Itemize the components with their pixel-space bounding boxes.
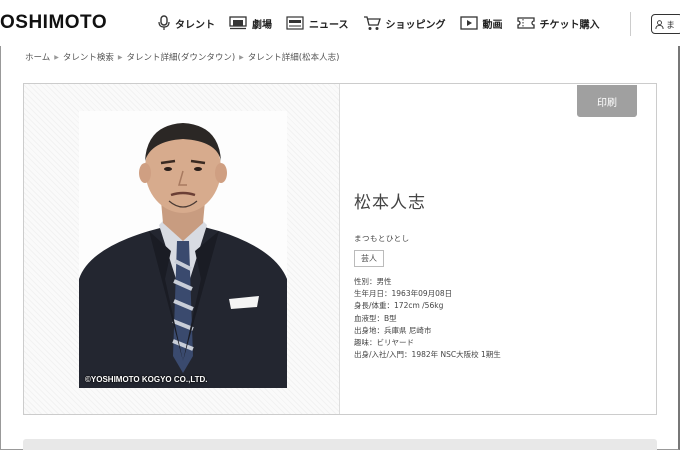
detail-birthday: 生年月日：1963年09月08日 — [354, 289, 453, 299]
news-icon — [286, 16, 304, 30]
nav-video-label: 動画 — [482, 19, 503, 31]
nav-video[interactable]: 動画 — [459, 12, 503, 34]
nav-theater-label: 劇場 — [252, 19, 272, 31]
print-button[interactable]: 印刷 — [577, 85, 637, 117]
next-section-bar — [23, 439, 657, 450]
profile-photo: ©YOSHIMOTO KOGYO CO.,LTD. — [79, 111, 287, 388]
nav-divider — [630, 12, 631, 36]
chevron-right-icon: ▶ — [117, 53, 123, 61]
nav-talent[interactable]: タレント — [158, 12, 215, 34]
chevron-right-icon: ▶ — [239, 53, 244, 61]
nav-shopping-label: ショッピング — [385, 19, 446, 31]
nav-talent-label: タレント — [175, 19, 215, 31]
talent-name: 松本人志 — [354, 193, 426, 213]
nav-ticket[interactable]: チケット購入 — [516, 12, 600, 34]
breadcrumb: ホーム ▶ タレント検索 ▶ タレント詳細(ダウンタウン) ▶ タレント詳細(松… — [25, 51, 339, 63]
profile-info: 松本人志 まつもとひとし 芸人 性別：男性 生年月日：1963年09月08日 身… — [354, 188, 501, 361]
user-icon — [655, 19, 664, 29]
detail-height-weight: 身長/体重：172cm /56kg — [354, 301, 444, 311]
nav-theater[interactable]: 劇場 — [229, 12, 272, 34]
chevron-right-icon: ▶ — [54, 53, 59, 61]
breadcrumb-home[interactable]: ホーム — [25, 51, 50, 63]
detail-hobby: 趣味：ビリヤード — [354, 338, 414, 348]
photo-copyright: ©YOSHIMOTO KOGYO CO.,LTD. — [85, 375, 208, 384]
talent-name-kana: まつもとひとし — [354, 234, 410, 243]
detail-birthplace: 出身地：兵庫県 尼崎市 — [354, 325, 432, 335]
user-button-label: ま — [666, 20, 676, 31]
breadcrumb-current: タレント詳細(松本人志) — [247, 53, 340, 63]
microphone-icon — [158, 15, 170, 31]
category-badge: 芸人 — [354, 250, 384, 267]
ticket-icon — [516, 16, 535, 30]
detail-gender: 性別：男性 — [354, 277, 392, 286]
cart-icon — [363, 15, 381, 31]
nav-news[interactable]: ニュース — [286, 12, 349, 34]
detail-blood-type: 血液型：B型 — [354, 313, 397, 323]
nav-ticket-label: チケット購入 — [539, 19, 600, 31]
video-icon — [459, 16, 478, 30]
profile-card: ©YOSHIMOTO KOGYO CO.,LTD. 印刷 松本人志 まつもとひと… — [23, 83, 657, 415]
breadcrumb-downtown[interactable]: タレント詳細(ダウンタウン) — [127, 51, 236, 63]
nav-shopping[interactable]: ショッピング — [363, 12, 446, 34]
user-button[interactable]: ま — [651, 14, 680, 34]
detail-debut: 出身/入社/入門：1982年 NSC大阪校 1期生 — [354, 350, 501, 360]
site-header: OSHIMOTO タレント 劇場 ニュース ショッピング 動画 チケット購入 ま — [0, 0, 680, 46]
nav-news-label: ニュース — [309, 19, 349, 31]
breadcrumb-talent-search[interactable]: タレント検索 — [63, 51, 114, 63]
site-logo[interactable]: OSHIMOTO — [0, 12, 107, 34]
profile-details: 性別：男性 生年月日：1963年09月08日 身長/体重：172cm /56kg… — [354, 276, 501, 361]
main-nav: タレント 劇場 ニュース ショッピング 動画 チケット購入 — [158, 12, 614, 34]
theater-icon — [229, 16, 247, 30]
photo-pane: ©YOSHIMOTO KOGYO CO.,LTD. — [24, 84, 340, 414]
